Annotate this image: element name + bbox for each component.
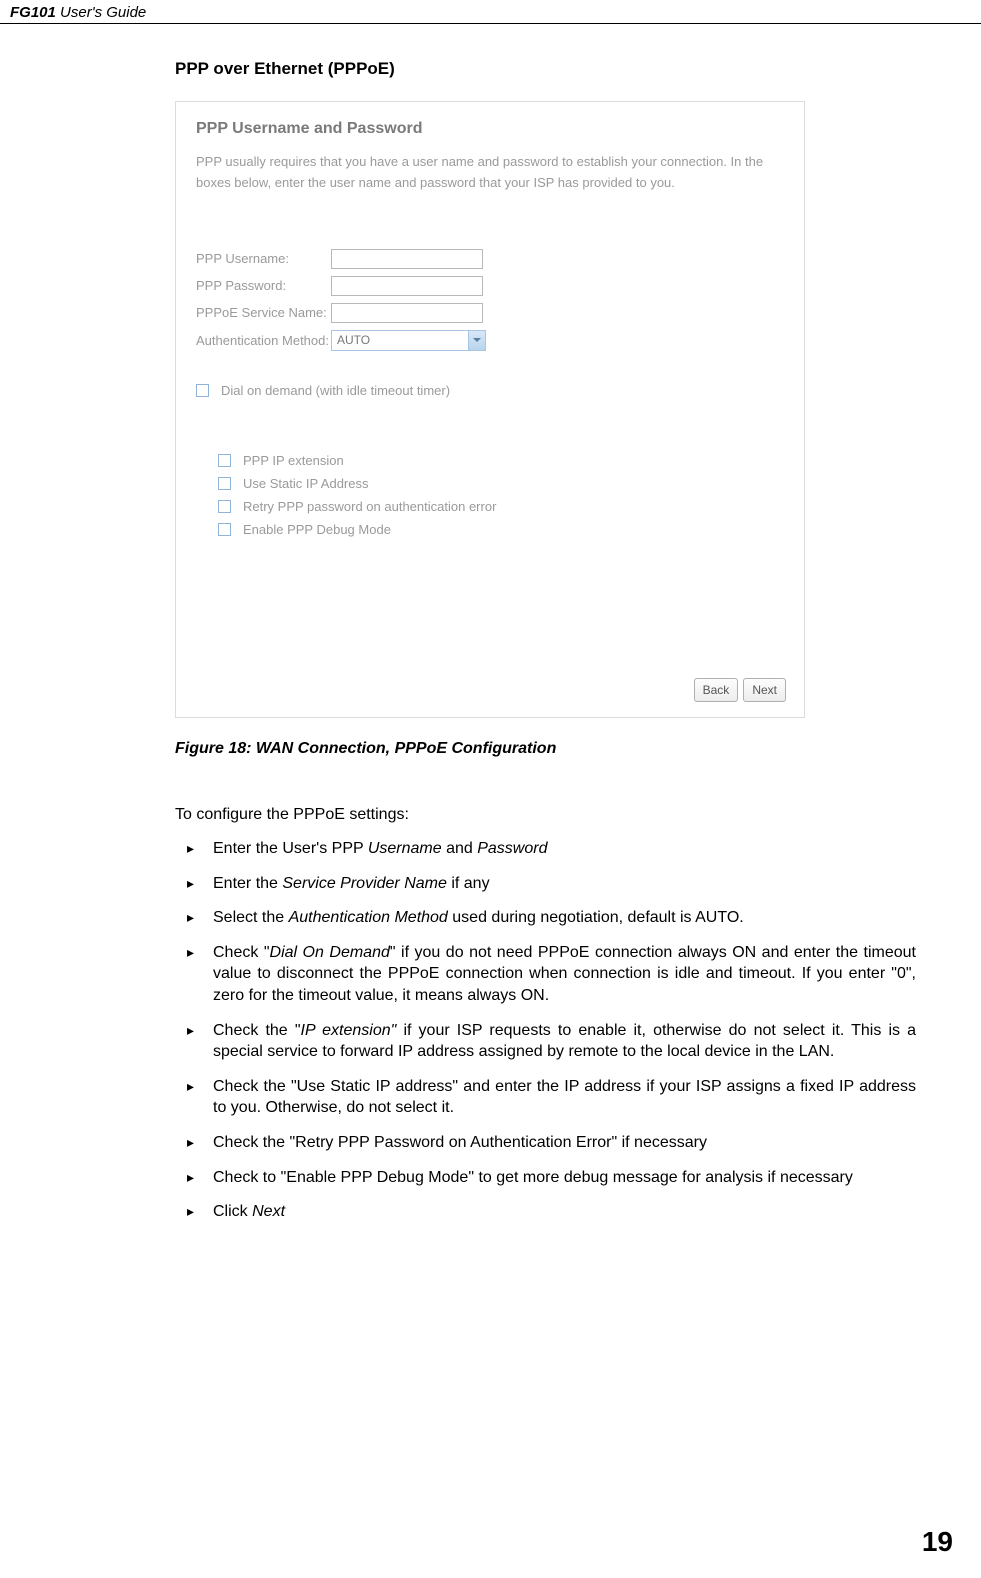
ppp-ext-checkbox[interactable]: [218, 454, 231, 467]
retry-ppp-row: Retry PPP password on authentication err…: [218, 499, 784, 514]
instructions-list: Enter the User's PPP Username and Passwo…: [175, 838, 916, 1223]
ppp-username-input[interactable]: [331, 249, 483, 269]
static-ip-checkbox[interactable]: [218, 477, 231, 490]
list-item: Enter the User's PPP Username and Passwo…: [213, 838, 916, 860]
ppp-username-label: PPP Username:: [196, 251, 331, 266]
debug-mode-checkbox[interactable]: [218, 523, 231, 536]
list-item: Check the "Use Static IP address" and en…: [213, 1076, 916, 1119]
static-ip-row: Use Static IP Address: [218, 476, 784, 491]
dial-demand-group: Dial on demand (with idle timeout timer): [196, 383, 784, 398]
screenshot-title: PPP Username and Password: [196, 120, 784, 138]
dial-demand-row: Dial on demand (with idle timeout timer): [196, 383, 784, 398]
auth-method-select[interactable]: AUTO: [331, 330, 486, 351]
header-guide: User's Guide: [60, 4, 146, 21]
next-button[interactable]: Next: [743, 678, 786, 702]
debug-mode-row: Enable PPP Debug Mode: [218, 522, 784, 537]
list-item: Check the "IP extension" if your ISP req…: [213, 1020, 916, 1063]
header-model: FG101: [10, 4, 56, 21]
list-item: Check "Dial On Demand" if you do not nee…: [213, 942, 916, 1007]
list-item: Enter the Service Provider Name if any: [213, 873, 916, 895]
list-item: Check to "Enable PPP Debug Mode" to get …: [213, 1167, 916, 1189]
options-group: PPP IP extension Use Static IP Address R…: [218, 453, 784, 537]
ppp-password-label: PPP Password:: [196, 278, 331, 293]
instructions-intro: To configure the PPPoE settings:: [175, 806, 916, 824]
retry-ppp-checkbox[interactable]: [218, 500, 231, 513]
list-item: Select the Authentication Method used du…: [213, 907, 916, 929]
dial-demand-checkbox[interactable]: [196, 384, 209, 397]
list-item: Click Next: [213, 1201, 916, 1223]
chevron-down-icon: [468, 331, 485, 350]
screenshot-description: PPP usually requires that you have a use…: [196, 152, 784, 194]
pppoe-service-row: PPPoE Service Name:: [196, 303, 784, 323]
ppp-ext-label: PPP IP extension: [243, 453, 344, 468]
static-ip-label: Use Static IP Address: [243, 476, 369, 491]
ppp-password-row: PPP Password:: [196, 276, 784, 296]
ppp-username-row: PPP Username:: [196, 249, 784, 269]
pppoe-service-input[interactable]: [331, 303, 483, 323]
auth-method-row: Authentication Method: AUTO: [196, 330, 784, 351]
nav-button-row: Back Next: [694, 678, 786, 702]
ppp-password-input[interactable]: [331, 276, 483, 296]
main-content: PPP over Ethernet (PPPoE) PPP Username a…: [175, 59, 916, 1223]
auth-method-label: Authentication Method:: [196, 333, 331, 348]
auth-method-value: AUTO: [337, 333, 370, 347]
debug-mode-label: Enable PPP Debug Mode: [243, 522, 391, 537]
section-title: PPP over Ethernet (PPPoE): [175, 59, 916, 79]
ppp-ext-row: PPP IP extension: [218, 453, 784, 468]
pppoe-service-label: PPPoE Service Name:: [196, 305, 331, 320]
retry-ppp-label: Retry PPP password on authentication err…: [243, 499, 496, 514]
page-number: 19: [922, 1526, 953, 1558]
list-item: Check the "Retry PPP Password on Authent…: [213, 1132, 916, 1154]
figure-caption: Figure 18: WAN Connection, PPPoE Configu…: [175, 740, 916, 758]
dial-demand-label: Dial on demand (with idle timeout timer): [221, 383, 450, 398]
config-screenshot: PPP Username and Password PPP usually re…: [175, 101, 805, 718]
page-header: FG101 User's Guide: [0, 0, 981, 24]
back-button[interactable]: Back: [694, 678, 739, 702]
